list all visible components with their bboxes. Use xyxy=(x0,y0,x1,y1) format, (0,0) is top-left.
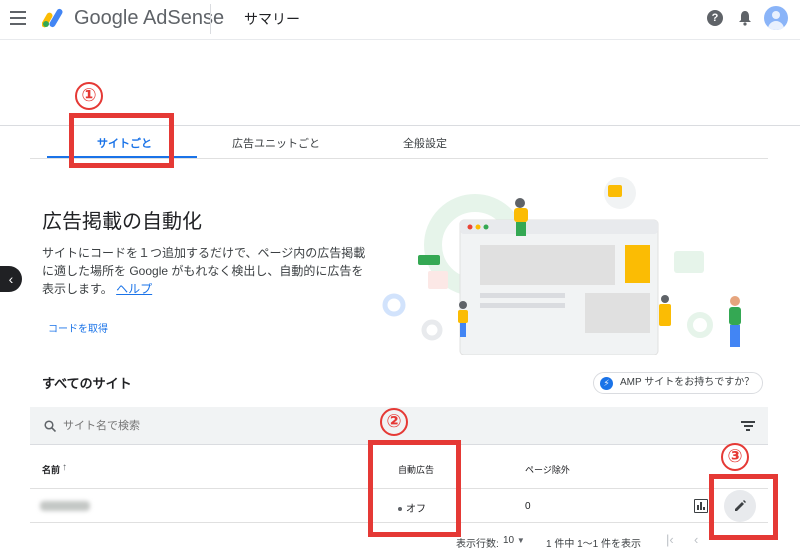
column-header-page-exclusions: ページ除外 xyxy=(525,465,570,475)
first-page-icon[interactable]: |‹ xyxy=(666,532,674,547)
page-exclusions-count: 0 xyxy=(525,501,531,512)
annotation-marker-1: ① xyxy=(75,82,103,110)
notifications-bell-icon[interactable] xyxy=(738,10,752,26)
collapse-panel-arrow-icon[interactable]: ‹ xyxy=(0,266,22,292)
amp-chip-label: AMP サイトをお持ちですか？ xyxy=(620,377,755,388)
site-search-input[interactable] xyxy=(63,407,663,445)
auto-ads-description: サイトにコードを１つ追加するだけで、ページ内の広告掲載に適した場所を Googl… xyxy=(42,244,372,298)
previous-page-icon[interactable]: ‹ xyxy=(694,532,698,547)
top-app-bar: Google AdSense サマリー ? xyxy=(0,0,800,40)
auto-ads-title: 広告掲載の自動化 xyxy=(42,211,202,233)
annotation-marker-3: ③ xyxy=(721,443,749,471)
pagination-range: 1 件中 1〜1 件を表示 xyxy=(546,539,642,550)
page-title: サマリー xyxy=(244,11,300,27)
help-link[interactable]: ヘルプ xyxy=(116,282,152,296)
account-avatar[interactable] xyxy=(764,6,788,30)
annotation-box-3 xyxy=(709,474,778,540)
dropdown-arrow-icon: ▼ xyxy=(516,536,525,545)
filter-icon[interactable] xyxy=(741,421,755,431)
rows-per-page-value: 10 xyxy=(503,535,515,546)
sort-ascending-icon[interactable]: ↑ xyxy=(62,462,67,473)
rows-per-page-label: 表示行数: xyxy=(456,539,499,550)
auto-ads-illustration xyxy=(382,177,741,355)
brand-name: Google AdSense xyxy=(74,7,225,29)
menu-icon[interactable] xyxy=(10,11,26,25)
help-icon[interactable]: ? xyxy=(707,10,723,26)
column-header-name[interactable]: 名前 xyxy=(42,463,60,476)
amp-sites-chip[interactable]: ⚡ AMP サイトをお持ちですか？ xyxy=(593,372,763,394)
search-icon xyxy=(44,420,56,432)
tab-by-ad-unit[interactable]: 広告ユニットごと xyxy=(232,135,320,151)
lightning-bolt-icon: ⚡ xyxy=(600,377,613,390)
annotation-box-2 xyxy=(368,440,461,537)
annotation-box-1 xyxy=(69,113,174,168)
rows-per-page-select[interactable]: 10 ▼ xyxy=(503,535,525,546)
get-code-link[interactable]: コードを取得 xyxy=(48,320,108,335)
annotation-marker-2: ② xyxy=(380,408,408,436)
title-divider xyxy=(210,4,211,34)
adsense-logo-icon xyxy=(42,8,63,28)
site-name-blurred[interactable] xyxy=(40,501,90,511)
tab-general-settings[interactable]: 全般設定 xyxy=(403,135,447,151)
bar-chart-icon[interactable] xyxy=(694,499,708,513)
auto-ads-description-text: サイトにコードを１つ追加するだけで、ページ内の広告掲載に適した場所を Googl… xyxy=(42,246,366,296)
all-sites-heading: すべてのサイト xyxy=(42,376,132,391)
